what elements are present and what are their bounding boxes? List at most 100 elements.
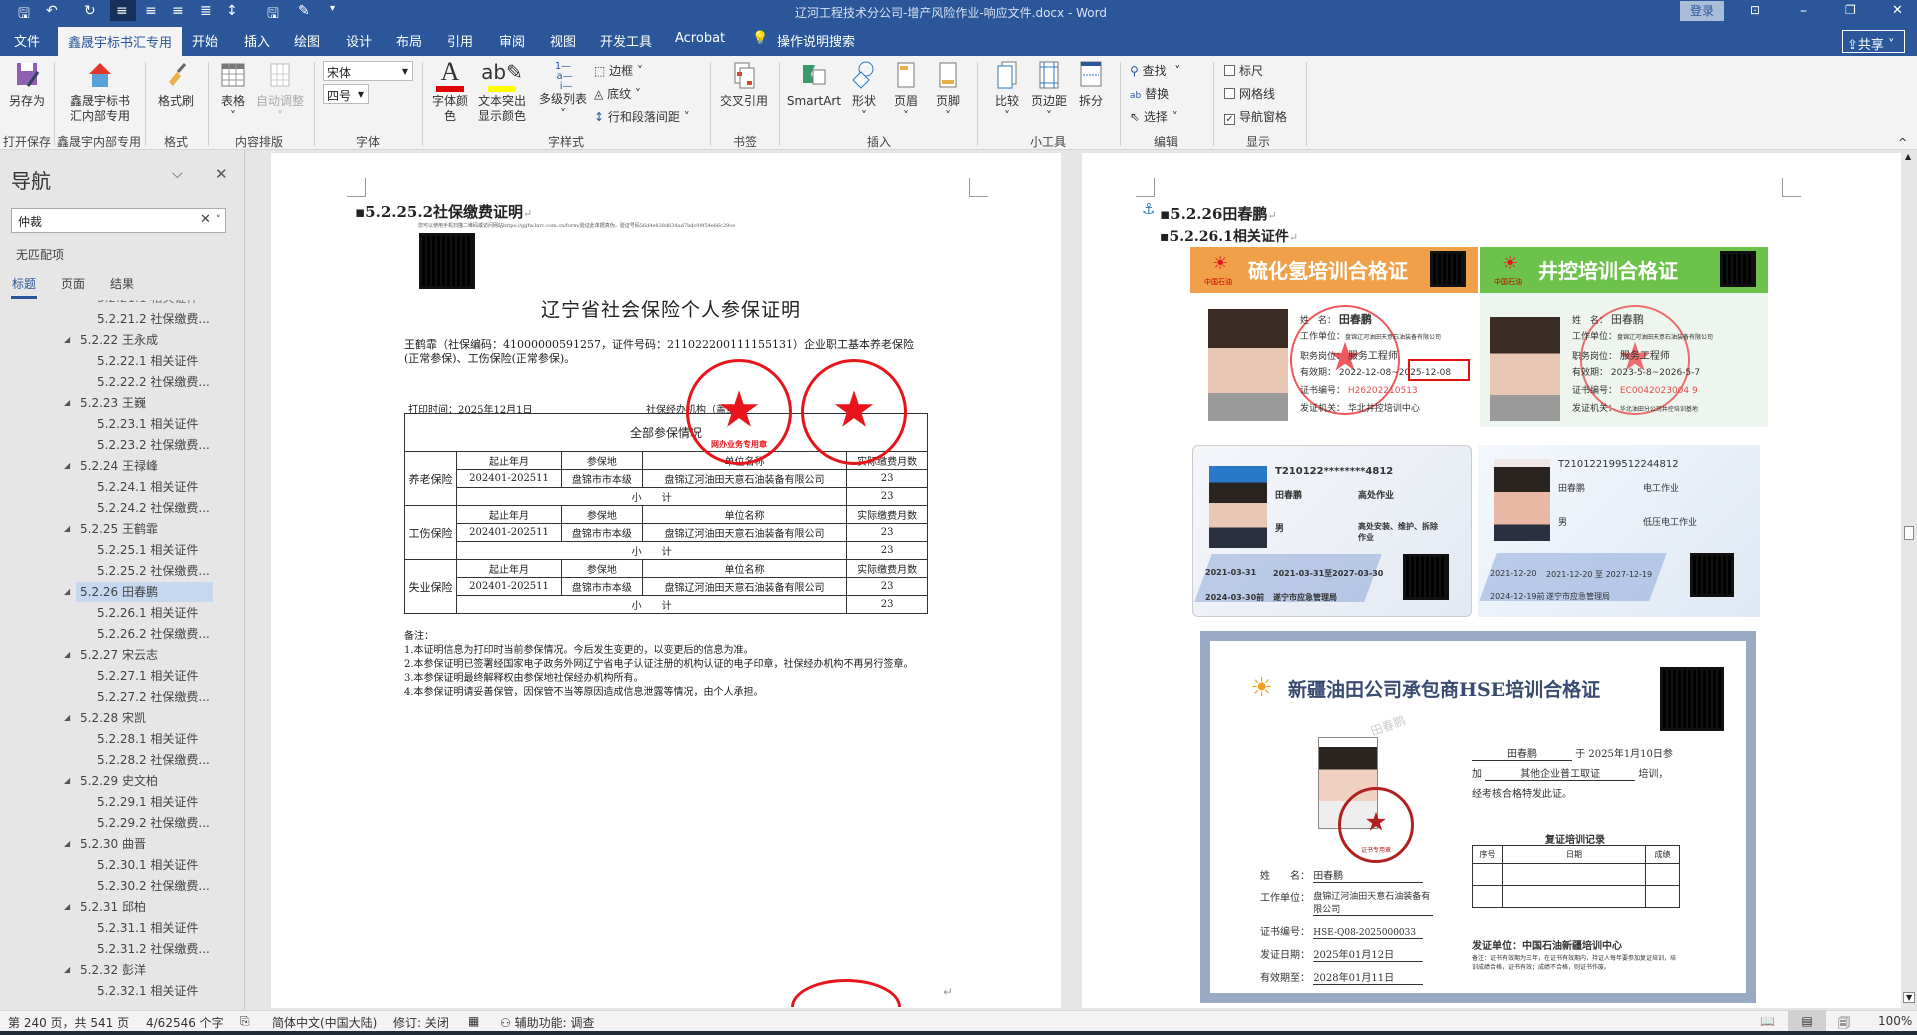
xsy-internal-button[interactable]: 鑫晟宇标书汇内部专用 xyxy=(62,60,138,124)
page-count[interactable]: 第 240 页，共 541 页 xyxy=(8,1014,129,1031)
tab-references[interactable]: 引用 xyxy=(447,31,473,50)
zoom-level[interactable]: 100% xyxy=(1878,1014,1912,1028)
nav-heading-item[interactable]: 5.2.30.1 相关证件 xyxy=(97,855,198,875)
collapse-triangle-icon[interactable]: ◢ xyxy=(64,713,70,722)
nav-tab-results[interactable]: 结果 xyxy=(110,275,134,292)
nav-heading-item[interactable]: 5.2.23 王巍 xyxy=(80,393,146,413)
nav-heading-item[interactable]: 5.2.25.1 相关证件 xyxy=(97,540,198,560)
collapse-triangle-icon[interactable]: ◢ xyxy=(64,839,70,848)
save-as-button[interactable]: 另存为 xyxy=(4,60,50,109)
nav-heading-item[interactable]: 5.2.31.1 相关证件 xyxy=(97,918,198,938)
nav-heading-item[interactable]: 5.2.29.1 相关证件 xyxy=(97,792,198,812)
nav-heading-item[interactable]: 5.2.28.2 社保缴费... xyxy=(97,750,210,770)
clear-search-icon[interactable]: ✕ xyxy=(200,212,211,227)
split-button[interactable]: 拆分 xyxy=(1076,60,1106,109)
language[interactable]: 简体中文(中国大陆) xyxy=(272,1014,377,1031)
ribbon-display-icon[interactable]: ⊡ xyxy=(1750,3,1760,17)
nav-heading-item[interactable]: 5.2.24.2 社保缴费... xyxy=(97,498,210,518)
nav-tab-headings[interactable]: 标题 xyxy=(12,275,36,292)
nav-tab-pages[interactable]: 页面 xyxy=(61,275,85,292)
margins-button[interactable]: 页边距 ˅ xyxy=(1028,60,1070,124)
font-size-select[interactable]: 四号 ▼ xyxy=(323,84,369,104)
nav-heading-item[interactable]: 5.2.23.2 社保缴费... xyxy=(97,435,210,455)
crossref-button[interactable]: 交叉引用 xyxy=(716,60,772,109)
table-button[interactable]: 表格 ˅ xyxy=(213,60,253,124)
scroll-up-icon[interactable]: ▲ xyxy=(1905,152,1911,161)
nav-heading-item[interactable]: 5.2.25 王鹤霏 xyxy=(80,519,158,539)
collapse-ribbon-icon[interactable]: ^ xyxy=(1898,136,1907,149)
nav-heading-item[interactable]: 5.2.24 王禄峰 xyxy=(80,456,158,476)
tab-xsy[interactable]: 鑫晟宇标书汇专用 xyxy=(58,27,183,56)
highlight-button[interactable]: ab✎ 文本突出显示颜色 xyxy=(472,58,532,124)
word-count[interactable]: 4/62546 个字 xyxy=(146,1014,224,1031)
nav-heading-item[interactable]: 5.2.22.2 社保缴费... xyxy=(97,372,210,392)
nav-heading-item[interactable]: 5.2.26 田春鹏 xyxy=(80,582,158,602)
format-painter-icon[interactable]: ✎ xyxy=(298,3,310,19)
collapse-triangle-icon[interactable]: ◢ xyxy=(64,587,70,596)
nav-heading-item[interactable]: 5.2.31 邱柏 xyxy=(80,897,146,917)
nav-heading-item[interactable]: 5.2.28.1 相关证件 xyxy=(97,729,198,749)
nav-heading-item[interactable]: 5.2.30 曲晋 xyxy=(80,834,146,854)
multilevel-list-button[interactable]: 1— a— i— 多级列表 ˅ xyxy=(535,60,591,122)
collapse-triangle-icon[interactable]: ◢ xyxy=(64,335,70,344)
print-layout-icon[interactable]: ▤ xyxy=(1788,1011,1826,1031)
shading-button[interactable]: ◬ 底纹 ˅ xyxy=(594,85,641,102)
autofit-button[interactable]: 自动调整 ˅ xyxy=(254,60,306,124)
nav-heading-item[interactable]: 5.2.27.2 社保缴费... xyxy=(97,687,210,707)
smartart-button[interactable]: SmartArt xyxy=(786,60,842,109)
tab-developer[interactable]: 开发工具 xyxy=(600,31,652,50)
collapse-triangle-icon[interactable]: ◢ xyxy=(64,965,70,974)
nav-heading-item[interactable]: 5.2.22 王永成 xyxy=(80,330,158,350)
restore-icon[interactable]: ❐ xyxy=(1845,3,1856,17)
close-icon[interactable]: ✕ xyxy=(1892,3,1903,18)
navpane-checkbox[interactable]: ✓ 导航窗格 xyxy=(1224,108,1287,125)
nav-heading-item[interactable]: 5.2.29.2 社保缴费... xyxy=(97,813,210,833)
shape-button[interactable]: 形状 ˅ xyxy=(847,60,881,124)
heading-5-2-26-1[interactable]: ▪5.2.26.1相关证件↵ xyxy=(1160,226,1298,246)
tab-home[interactable]: 开始 xyxy=(192,31,218,50)
collapse-triangle-icon[interactable]: ◢ xyxy=(64,461,70,470)
heading-5-2-25-2[interactable]: ▪5.2.25.2社保缴费证明↵ xyxy=(355,201,532,222)
nav-heading-item[interactable]: 5.2.27 宋云志 xyxy=(80,645,158,665)
nav-options-icon[interactable]: ⌵ xyxy=(172,166,183,182)
nav-heading-item[interactable]: 5.2.29 史文柏 xyxy=(80,771,158,791)
nav-heading-item[interactable]: 5.2.26.1 相关证件 xyxy=(97,603,198,623)
scroll-down-icon[interactable]: ▼ xyxy=(1903,992,1916,1003)
share-button[interactable]: ⇪共享 ˅ xyxy=(1842,30,1905,53)
tab-acrobat[interactable]: Acrobat xyxy=(675,31,725,46)
align-left-icon[interactable]: ≡ xyxy=(110,0,136,21)
collapse-triangle-icon[interactable]: ◢ xyxy=(64,398,70,407)
proofing-icon[interactable]: ⎘ xyxy=(240,1014,250,1029)
nav-heading-item[interactable]: 5.2.25.2 社保缴费... xyxy=(97,561,210,581)
nav-heading-item[interactable]: 5.2.30.2 社保缴费... xyxy=(97,876,210,896)
heading-5-2-26[interactable]: ▪5.2.26田春鹏↵ xyxy=(1160,203,1277,224)
undo-icon[interactable]: ↶ xyxy=(46,3,58,19)
nav-heading-item[interactable]: 5.2.22.1 相关证件 xyxy=(97,351,198,371)
font-name-select[interactable]: 宋体 ▼ xyxy=(323,61,413,81)
login-button[interactable]: 登录 xyxy=(1680,1,1724,21)
tab-draw[interactable]: 绘图 xyxy=(294,31,320,50)
align-center-icon[interactable]: ≡ xyxy=(145,3,157,19)
compare-button[interactable]: 比较 ˅ xyxy=(990,60,1024,124)
tell-me-search[interactable]: 操作说明搜索 xyxy=(777,31,855,50)
accessibility-status[interactable]: ⚇ 辅助功能: 调查 xyxy=(500,1014,594,1031)
font-color-button[interactable]: A 字体颜色 xyxy=(430,58,470,124)
nav-heading-item[interactable]: 5.2.32.1 相关证件 xyxy=(97,981,198,1000)
align-right-icon[interactable]: ≡ xyxy=(172,3,184,19)
nav-heading-item[interactable]: 5.2.23.1 相关证件 xyxy=(97,414,198,434)
nav-heading-item[interactable]: 5.2.31.2 社保缴费... xyxy=(97,939,210,959)
nav-heading-item[interactable]: 5.2.24.1 相关证件 xyxy=(97,477,198,497)
line-spacing-icon[interactable]: ↕ xyxy=(226,3,238,19)
collapse-triangle-icon[interactable]: ◢ xyxy=(64,524,70,533)
gridlines-checkbox[interactable]: 网格线 xyxy=(1224,85,1275,102)
nav-heading-item[interactable]: 5.2.27.1 相关证件 xyxy=(97,666,198,686)
tab-review[interactable]: 审阅 xyxy=(499,31,525,50)
nav-heading-item[interactable]: 5.2.21.2 社保缴费... xyxy=(97,309,210,329)
scrollbar-thumb[interactable] xyxy=(1904,526,1914,540)
chevron-down-icon[interactable]: ˅ xyxy=(216,215,221,225)
header-button[interactable]: 页眉 ˅ xyxy=(889,60,923,124)
tab-file[interactable]: 文件 xyxy=(14,31,40,50)
tab-layout[interactable]: 布局 xyxy=(396,31,422,50)
spacing-button[interactable]: ↕ 行和段落间距 ˅ xyxy=(594,108,690,125)
tab-view[interactable]: 视图 xyxy=(550,31,576,50)
